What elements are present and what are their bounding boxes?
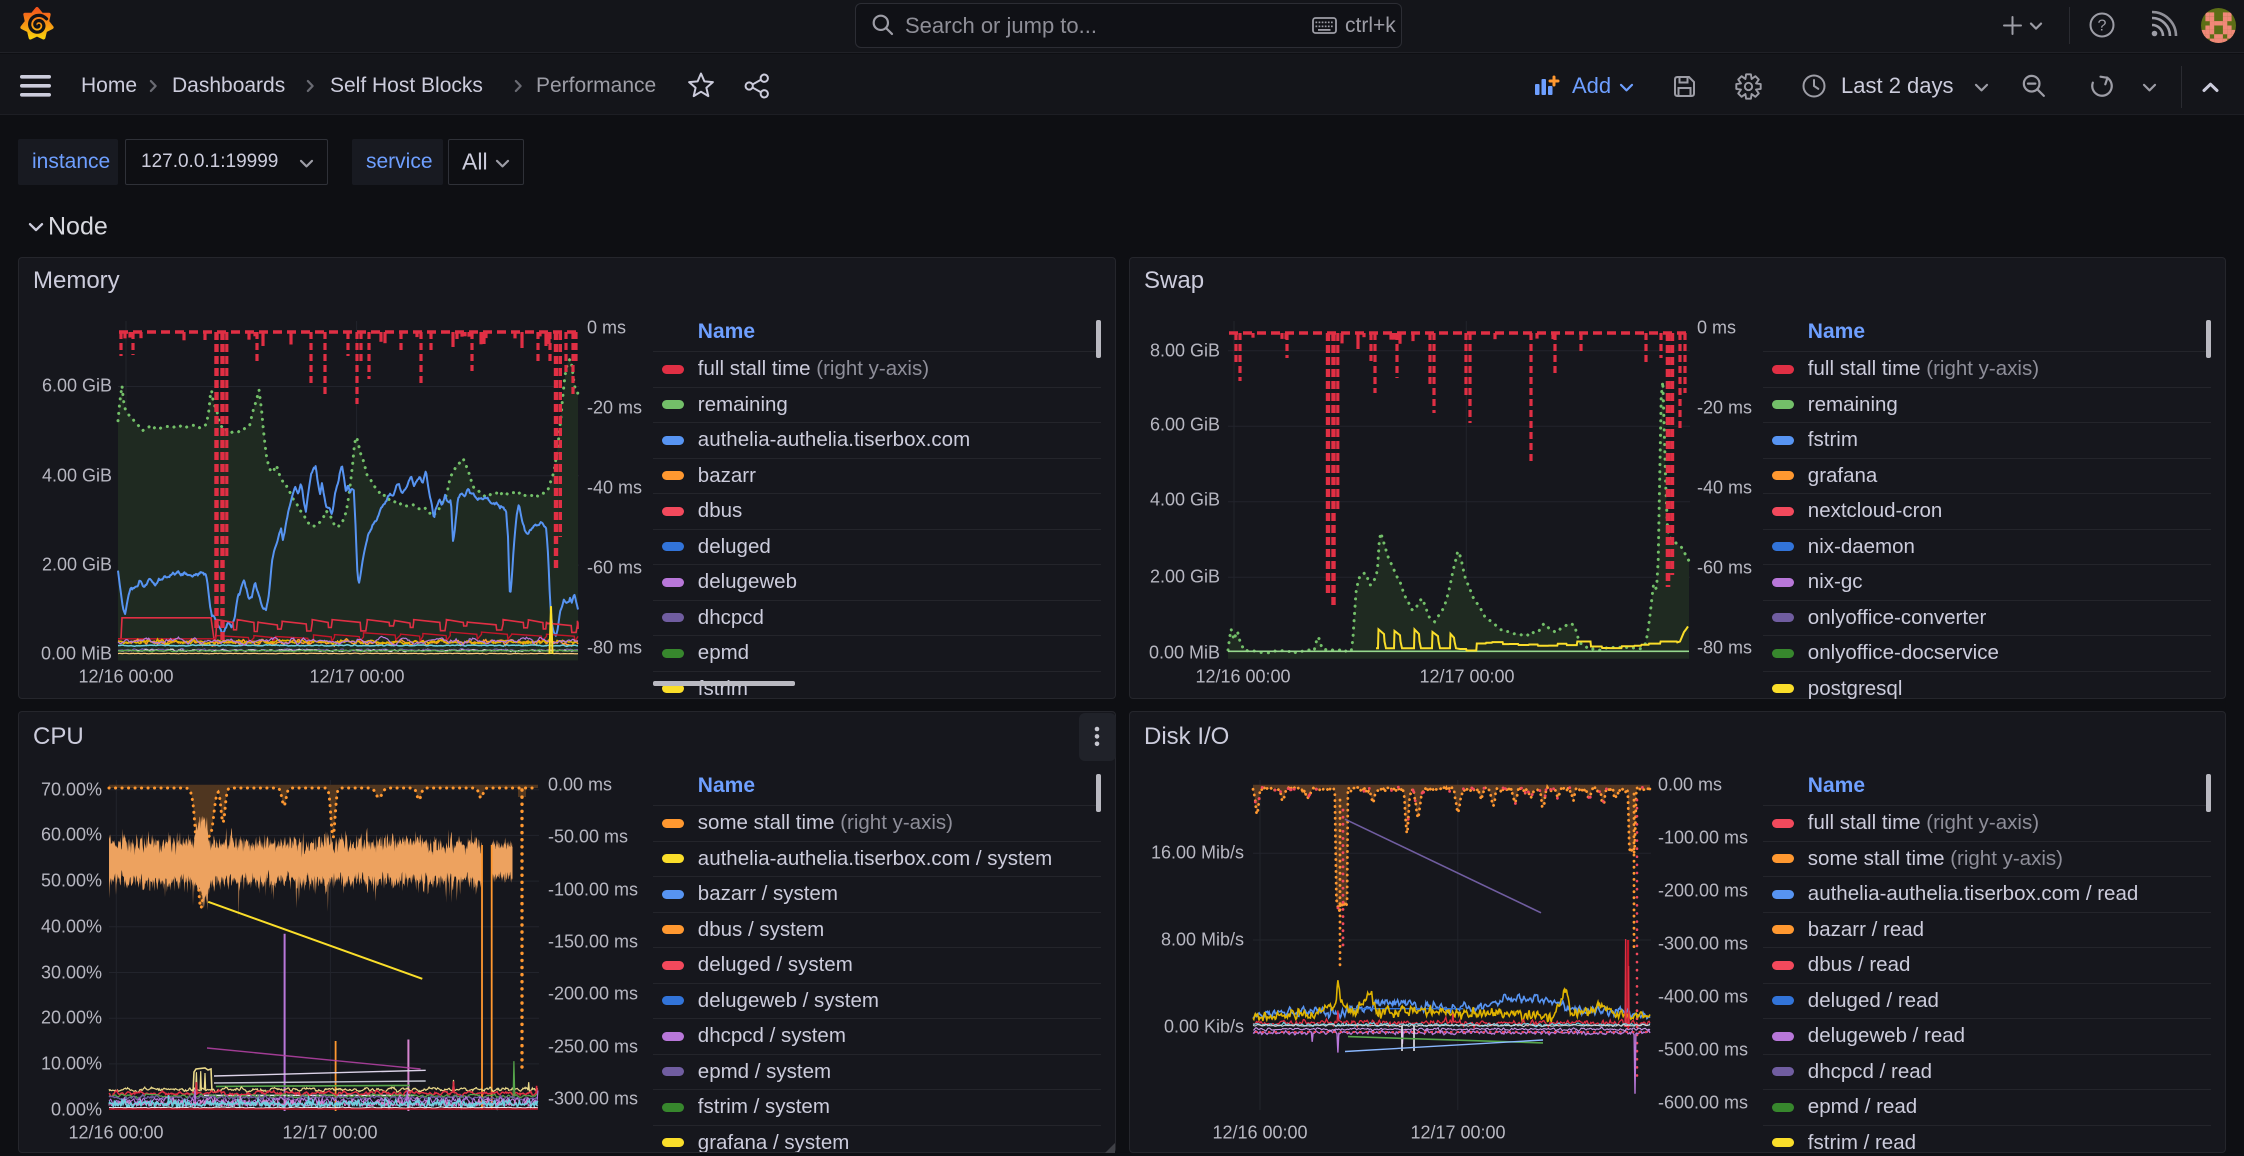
svg-text:?: ? xyxy=(2098,16,2107,34)
